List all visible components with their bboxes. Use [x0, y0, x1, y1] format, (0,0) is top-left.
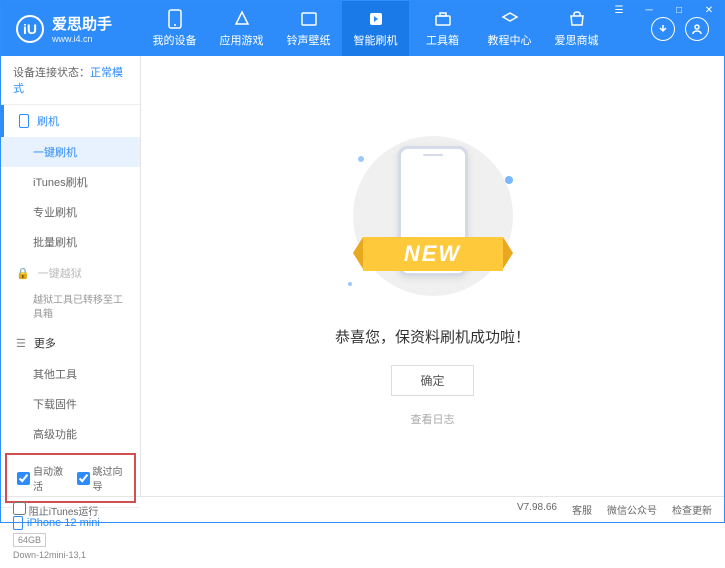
flash-icon — [366, 9, 386, 29]
phone-icon — [165, 9, 185, 29]
options-highlighted: 自动激活 跳过向导 — [5, 453, 136, 503]
menu-button[interactable]: ☰ — [604, 1, 634, 19]
ok-button[interactable]: 确定 — [391, 365, 473, 396]
app-header: iU 爱思助手 www.i4.cn 我的设备 应用游戏 铃声壁纸 智能刷机 工具… — [1, 1, 724, 56]
tutorial-icon — [500, 9, 520, 29]
device-storage: 64GB — [13, 533, 46, 547]
nav-store[interactable]: 爱思商城 — [543, 1, 610, 56]
skip-guide-checkbox[interactable]: 跳过向导 — [77, 463, 125, 493]
auto-activate-checkbox[interactable]: 自动激活 — [17, 463, 65, 493]
success-illustration: NEW — [343, 126, 523, 306]
view-log-link[interactable]: 查看日志 — [411, 411, 455, 427]
footer-left: 阻止iTunes运行 — [13, 502, 98, 518]
sidebar-section-more[interactable]: ☰ 更多 — [1, 327, 140, 359]
main-content: NEW 恭喜您，保资料刷机成功啦！ 确定 查看日志 — [141, 56, 724, 496]
user-button[interactable] — [685, 17, 709, 41]
header-right — [651, 17, 724, 41]
wechat-link[interactable]: 微信公众号 — [607, 502, 657, 517]
connection-status: 设备连接状态：正常模式 — [1, 56, 140, 105]
nav-apps[interactable]: 应用游戏 — [208, 1, 275, 56]
nav-toolbox[interactable]: 工具箱 — [409, 1, 476, 56]
nav-flash[interactable]: 智能刷机 — [342, 1, 409, 56]
jailbreak-note: 越狱工具已转移至工具箱 — [1, 289, 140, 327]
sidebar: 设备连接状态：正常模式 刷机 一键刷机 iTunes刷机 专业刷机 批量刷机 🔒… — [1, 56, 141, 496]
body: 设备连接状态：正常模式 刷机 一键刷机 iTunes刷机 专业刷机 批量刷机 🔒… — [1, 56, 724, 496]
sidebar-item-pro[interactable]: 专业刷机 — [1, 197, 140, 227]
device-model: Down-12mini-13,1 — [13, 550, 128, 560]
window-controls: ☰ ─ □ ✕ — [604, 1, 724, 19]
sidebar-item-firmware[interactable]: 下载固件 — [1, 389, 140, 419]
sidebar-item-oneclick[interactable]: 一键刷机 — [1, 137, 140, 167]
app-name: 爱思助手 — [52, 13, 112, 34]
maximize-button[interactable]: □ — [664, 1, 694, 19]
sidebar-item-other[interactable]: 其他工具 — [1, 359, 140, 389]
sidebar-section-jailbreak: 🔒 一键越狱 — [1, 257, 140, 289]
nav-tutorials[interactable]: 教程中心 — [476, 1, 543, 56]
logo-icon: iU — [16, 15, 44, 43]
sidebar-item-advanced[interactable]: 高级功能 — [1, 419, 140, 449]
phone-icon — [19, 114, 29, 128]
app-url: www.i4.cn — [52, 34, 112, 44]
version-label: V7.98.66 — [517, 502, 557, 517]
logo-area: iU 爱思助手 www.i4.cn — [1, 13, 141, 44]
nav-my-device[interactable]: 我的设备 — [141, 1, 208, 56]
update-link[interactable]: 检查更新 — [672, 502, 712, 517]
service-link[interactable]: 客服 — [572, 502, 592, 517]
sidebar-item-itunes[interactable]: iTunes刷机 — [1, 167, 140, 197]
success-message: 恭喜您，保资料刷机成功啦！ — [335, 326, 530, 347]
wallpaper-icon — [299, 9, 319, 29]
device-name[interactable]: iPhone 12 mini — [13, 516, 128, 530]
toolbox-icon — [433, 9, 453, 29]
main-nav: 我的设备 应用游戏 铃声壁纸 智能刷机 工具箱 教程中心 爱思商城 — [141, 1, 651, 56]
store-icon — [567, 9, 587, 29]
lock-icon: 🔒 — [16, 267, 30, 280]
sidebar-item-batch[interactable]: 批量刷机 — [1, 227, 140, 257]
download-button[interactable] — [651, 17, 675, 41]
phone-icon — [13, 516, 23, 530]
close-button[interactable]: ✕ — [694, 1, 724, 19]
new-banner: NEW — [363, 237, 503, 271]
more-icon: ☰ — [16, 337, 26, 350]
nav-ringtones[interactable]: 铃声壁纸 — [275, 1, 342, 56]
sidebar-section-flash[interactable]: 刷机 — [1, 105, 140, 137]
minimize-button[interactable]: ─ — [634, 1, 664, 19]
block-itunes-checkbox[interactable]: 阻止iTunes运行 — [13, 502, 98, 518]
footer-right: V7.98.66 客服 微信公众号 检查更新 — [517, 502, 712, 517]
apps-icon — [232, 9, 252, 29]
